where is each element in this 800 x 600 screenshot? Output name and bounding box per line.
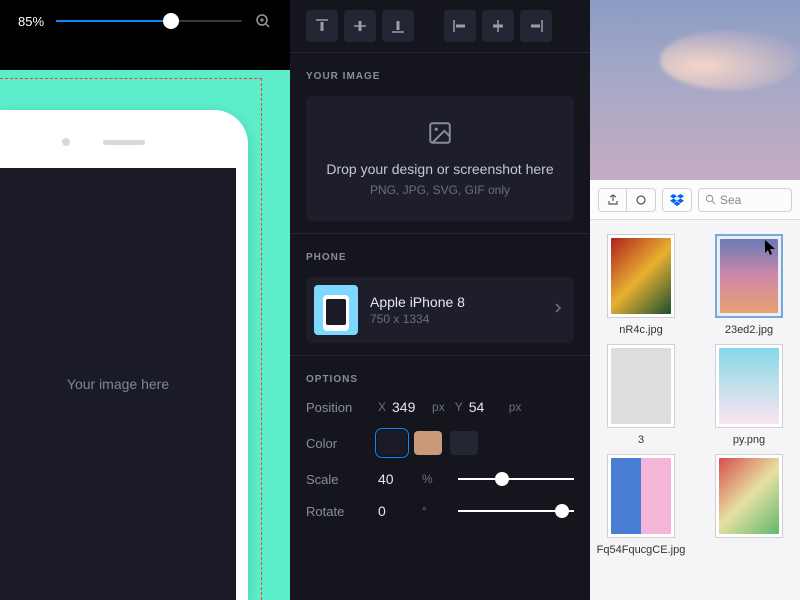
finder-toolbar: Sea (590, 180, 800, 220)
rotate-value[interactable]: 0 (378, 503, 412, 519)
position-y-input[interactable]: Y 54 px (455, 399, 522, 415)
align-vcenter-icon[interactable] (344, 10, 376, 42)
file-item[interactable]: 3 (595, 344, 687, 446)
file-name: nR4c.jpg (595, 324, 687, 336)
file-item[interactable]: py.png (703, 344, 795, 446)
file-name: Fq54FqucgCE.jpg (595, 544, 687, 556)
section-phone: PHONE (306, 252, 574, 263)
placeholder-text: Your image here (67, 376, 169, 392)
label-scale: Scale (306, 472, 368, 487)
tags-icon[interactable] (627, 189, 655, 211)
zoom-slider[interactable] (56, 20, 242, 22)
chevron-right-icon (554, 301, 562, 319)
file-item[interactable] (703, 454, 795, 556)
finder-search[interactable]: Sea (698, 188, 792, 212)
scale-handle[interactable] (495, 472, 509, 486)
search-icon (705, 194, 716, 205)
file-item[interactable]: nR4c.jpg (595, 234, 687, 336)
phone-thumb (314, 285, 358, 335)
desktop-wallpaper (590, 0, 800, 180)
zoom-in-icon[interactable] (254, 12, 272, 30)
file-item[interactable]: 23ed2.jpg (703, 234, 795, 336)
rotate-handle[interactable] (555, 504, 569, 518)
drop-zone[interactable]: Drop your design or screenshot here PNG,… (306, 96, 574, 221)
canvas-area[interactable]: Your image here (0, 70, 290, 600)
finder-window[interactable]: Sea nR4c.jpg 23ed2.jpg 3 py.png Fq54FqucgCE.… (590, 0, 800, 600)
align-top-icon[interactable] (306, 10, 338, 42)
cursor-icon (765, 240, 777, 259)
phone-name: Apple iPhone 8 (370, 294, 542, 310)
share-icon[interactable] (599, 189, 627, 211)
phone-screen[interactable]: Your image here (0, 168, 236, 600)
label-position: Position (306, 400, 368, 415)
position-x-input[interactable]: X 349 px (378, 399, 445, 415)
section-your-image: YOUR IMAGE (306, 71, 574, 82)
phone-mockup[interactable]: Your image here (0, 110, 248, 600)
align-left-icon[interactable] (444, 10, 476, 42)
color-swatch-add[interactable] (450, 431, 478, 455)
align-hcenter-icon[interactable] (482, 10, 514, 42)
drop-text: Drop your design or screenshot here (322, 161, 558, 177)
color-swatch-2[interactable] (414, 431, 442, 455)
image-icon (427, 120, 453, 146)
phone-selector[interactable]: Apple iPhone 8 750 x 1334 (306, 277, 574, 343)
scale-slider[interactable] (458, 478, 574, 480)
file-name: 23ed2.jpg (703, 324, 795, 336)
drop-sub: PNG, JPG, SVG, GIF only (322, 183, 558, 197)
dropbox-icon[interactable] (663, 189, 691, 211)
rotate-slider[interactable] (458, 510, 574, 512)
file-name: py.png (703, 434, 795, 446)
color-swatch-1[interactable] (378, 431, 406, 455)
file-item[interactable]: Fq54FqucgCE.jpg (595, 454, 687, 556)
align-right-icon[interactable] (520, 10, 552, 42)
zoom-value: 85% (18, 14, 44, 29)
zoom-handle[interactable] (163, 13, 179, 29)
section-options: OPTIONS (306, 374, 574, 385)
phone-dims: 750 x 1334 (370, 312, 542, 326)
align-bottom-icon[interactable] (382, 10, 414, 42)
scale-value[interactable]: 40 (378, 471, 412, 487)
label-color: Color (306, 436, 368, 451)
file-name: 3 (595, 434, 687, 446)
label-rotate: Rotate (306, 504, 368, 519)
